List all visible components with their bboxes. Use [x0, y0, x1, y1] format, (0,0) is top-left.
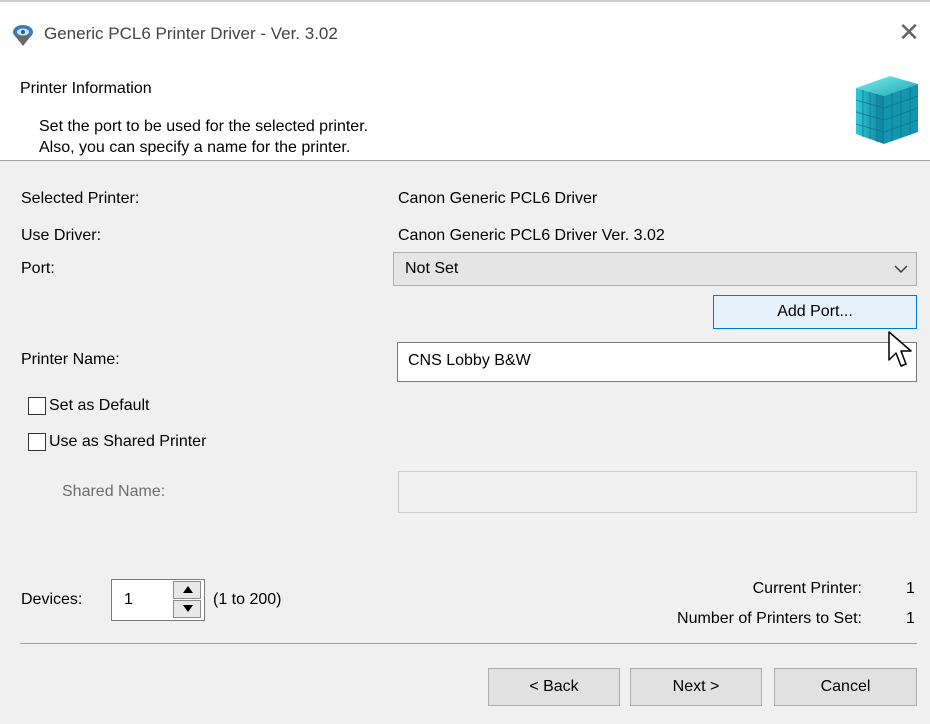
window-top-border: [0, 0, 930, 2]
shared-printer-checkbox[interactable]: [28, 433, 46, 451]
selected-printer-value: Canon Generic PCL6 Driver: [398, 190, 598, 207]
chevron-down-icon[interactable]: [890, 258, 912, 280]
header-description-line2: Also, you can specify a name for the pri…: [39, 139, 351, 156]
devices-value[interactable]: 1: [124, 591, 133, 609]
window-title: Generic PCL6 Printer Driver - Ver. 3.02: [44, 24, 338, 43]
printers-to-set-label: Number of Printers to Set:: [677, 610, 862, 627]
printers-to-set-value: 1: [906, 610, 915, 627]
use-driver-label: Use Driver:: [21, 227, 102, 244]
port-select[interactable]: [393, 252, 917, 286]
printer-driver-icon: [10, 22, 36, 48]
back-button[interactable]: < Back: [488, 668, 620, 706]
cancel-button[interactable]: Cancel: [774, 668, 917, 706]
devices-range: (1 to 200): [213, 591, 282, 608]
current-printer-label: Current Printer:: [752, 580, 862, 597]
shared-name-label: Shared Name:: [62, 483, 166, 500]
mouse-cursor-icon: [887, 330, 919, 374]
stepper-up-icon[interactable]: [173, 581, 201, 599]
header-title: Printer Information: [20, 80, 152, 97]
printer-name-label: Printer Name:: [21, 351, 120, 368]
close-icon[interactable]: ✕: [895, 18, 923, 46]
port-select-value[interactable]: Not Set: [405, 260, 458, 278]
cube-logo-icon: [852, 66, 920, 146]
add-port-button[interactable]: Add Port...: [713, 295, 917, 329]
use-driver-value: Canon Generic PCL6 Driver Ver. 3.02: [398, 227, 665, 244]
shared-printer-label[interactable]: Use as Shared Printer: [49, 433, 206, 451]
divider: [20, 643, 917, 644]
printer-name-input[interactable]: CNS Lobby B&W: [397, 342, 917, 382]
stepper-down-icon[interactable]: [173, 600, 201, 618]
set-default-label[interactable]: Set as Default: [49, 397, 150, 415]
devices-label: Devices:: [21, 591, 83, 608]
port-label: Port:: [21, 260, 55, 277]
current-printer-value: 1: [906, 580, 915, 597]
next-button[interactable]: Next >: [630, 668, 762, 706]
selected-printer-label: Selected Printer:: [21, 190, 140, 207]
set-default-checkbox[interactable]: [28, 397, 46, 415]
shared-name-input: [398, 471, 917, 513]
header-description-line1: Set the port to be used for the selected…: [39, 118, 369, 135]
